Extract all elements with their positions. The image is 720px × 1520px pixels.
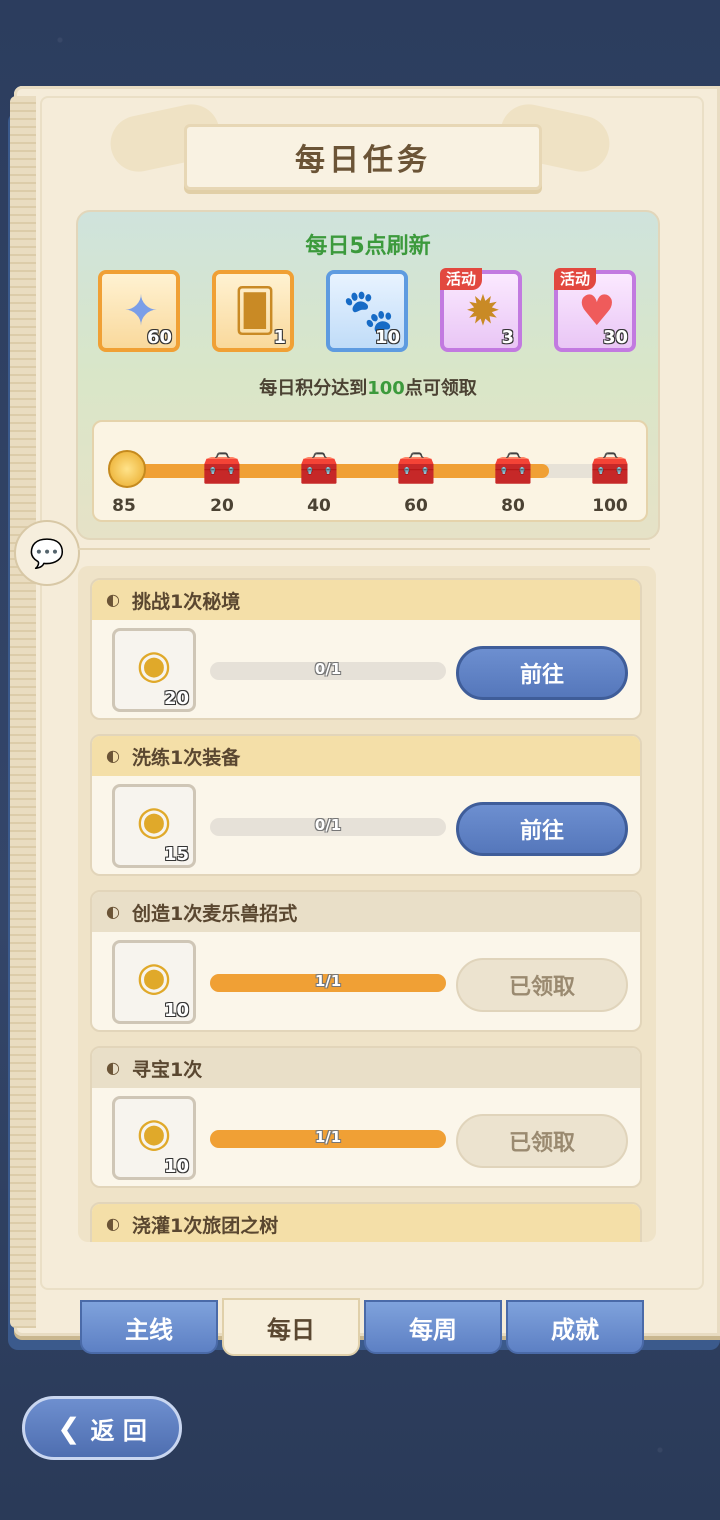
task-reward[interactable]: ◉ 15 [112,784,196,868]
lightbulb-icon: ◐ [106,590,120,609]
task-reward[interactable]: ◉ 10 [112,1096,196,1180]
points-note: 每日积分达到100点可领取 [78,374,658,400]
task-header: ◐ 寻宝1次 [92,1048,640,1088]
lightbulb-icon: ◐ [106,1214,120,1233]
tab-main[interactable]: 主线 [80,1300,218,1354]
task-name: 洗练1次装备 [132,746,241,769]
event-badge: 活动 [440,268,483,290]
lightbulb-icon: ◐ [106,902,120,921]
title-banner: 每日任务 [184,124,542,190]
reward-count: 15 [163,844,189,865]
lightbulb-icon: ◐ [106,1058,120,1077]
reward-count: 60 [146,327,172,348]
task-card: ◐ 创造1次麦乐兽招式 ◉ 10 1/1 已领取 [90,890,642,1032]
task-progress-label: 1/1 [314,972,342,990]
go-button[interactable]: 前往 [456,646,628,700]
reward-item[interactable]: 🂠 1 [212,270,294,352]
fox-coin-icon: ◉ [136,798,172,844]
reward-count: 1 [273,327,286,348]
claimed-button: 已领取 [456,1114,628,1168]
task-reward[interactable]: ◉ 20 [112,628,196,712]
chest-icon[interactable]: 🧰 [297,446,341,490]
book-page-edges [10,96,36,1328]
task-card: ◐ 洗练1次装备 ◉ 15 0/1 前往 [90,734,642,876]
milestone-label: 20 [210,496,234,516]
chest-icon[interactable]: 🧰 [491,446,535,490]
reward-item[interactable]: ♥ 活动 30 [554,268,636,352]
back-arrow-icon: ❮ [57,1411,81,1445]
event-badge: 活动 [554,268,597,290]
task-progress-label: 0/1 [314,660,342,678]
fox-coin-icon: ◉ [136,1110,172,1156]
task-name: 寻宝1次 [132,1058,203,1081]
reward-count: 30 [602,327,628,348]
milestone-label: 60 [404,496,428,516]
milestone-label: 100 [592,496,628,516]
task-header: ◐ 创造1次麦乐兽招式 [92,892,640,932]
claimed-button: 已领取 [456,958,628,1012]
fox-coin-icon: ◉ [136,642,172,688]
reward-item[interactable]: 🐾 10 [326,270,408,352]
page-title: 每日任务 [295,143,431,178]
points-current: 85 [112,496,136,516]
task-list[interactable]: ◐ 挑战1次秘境 ◉ 20 0/1 前往 ◐ 洗练1次装备 ◉ 15 0/1 前往 ◐ 创造1次麦乐兽招式… [78,566,656,1242]
chest-icon[interactable]: 🧰 [588,446,632,490]
points-coin-icon [108,450,146,488]
lightbulb-icon: ◐ [106,746,120,765]
reward-count: 10 [163,1156,189,1177]
task-header: ◐ 挑战1次秘境 [92,580,640,620]
back-button[interactable]: ❮ 返 回 [22,1396,182,1460]
task-progress-label: 1/1 [314,1128,342,1146]
go-button[interactable]: 前往 [456,802,628,856]
task-reward[interactable]: ◉ 10 [112,940,196,1024]
task-name: 浇灌1次旅团之树 [132,1214,279,1237]
chat-bubble-icon[interactable]: 💬 [14,520,80,586]
reward-count: 20 [163,688,189,709]
chest-icon[interactable]: 🧰 [200,446,244,490]
task-progress-label: 0/1 [314,816,342,834]
task-card: ◐ 浇灌1次旅团之树 [90,1202,642,1242]
points-progress: 85 🧰 20 🧰 40 🧰 60 🧰 80 🧰 100 [92,420,648,522]
milestone-label: 80 [501,496,525,516]
task-card: ◐ 寻宝1次 ◉ 10 1/1 已领取 [90,1046,642,1188]
task-card: ◐ 挑战1次秘境 ◉ 20 0/1 前往 [90,578,642,720]
task-name: 创造1次麦乐兽招式 [132,902,298,925]
reward-count: 10 [163,1000,189,1021]
points-note-highlight: 100 [367,378,405,399]
tab-weekly[interactable]: 每周 [364,1300,502,1354]
fox-coin-icon: ◉ [136,954,172,1000]
tab-bar: 主线 每日 每周 成就 [80,1298,646,1356]
reward-items: ✦ 60 🂠 1 🐾 10 ✹ 活动 3 ♥ 活动 30 [98,268,646,360]
divider [78,548,650,550]
refresh-note: 每日5点刷新 [305,234,431,259]
task-header: ◐ 浇灌1次旅团之树 [92,1204,640,1242]
tab-daily[interactable]: 每日 [222,1298,360,1356]
task-header: ◐ 洗练1次装备 [92,736,640,776]
reward-item[interactable]: ✹ 活动 3 [440,268,522,352]
milestone-label: 40 [307,496,331,516]
task-name: 挑战1次秘境 [132,590,241,613]
chest-icon[interactable]: 🧰 [394,446,438,490]
reward-count: 3 [501,327,514,348]
reward-item[interactable]: ✦ 60 [98,270,180,352]
reward-count: 10 [374,327,400,348]
tab-achievements[interactable]: 成就 [506,1300,644,1354]
points-note-prefix: 每日积分达到 [259,378,368,399]
reward-panel: 每日5点刷新 ✦ 60 🂠 1 🐾 10 ✹ 活动 3 ♥ 活动 30 每日积分达到100点可领取 8… [76,210,660,540]
back-label: 返 回 [90,1416,147,1445]
points-note-suffix: 点可领取 [404,378,477,399]
